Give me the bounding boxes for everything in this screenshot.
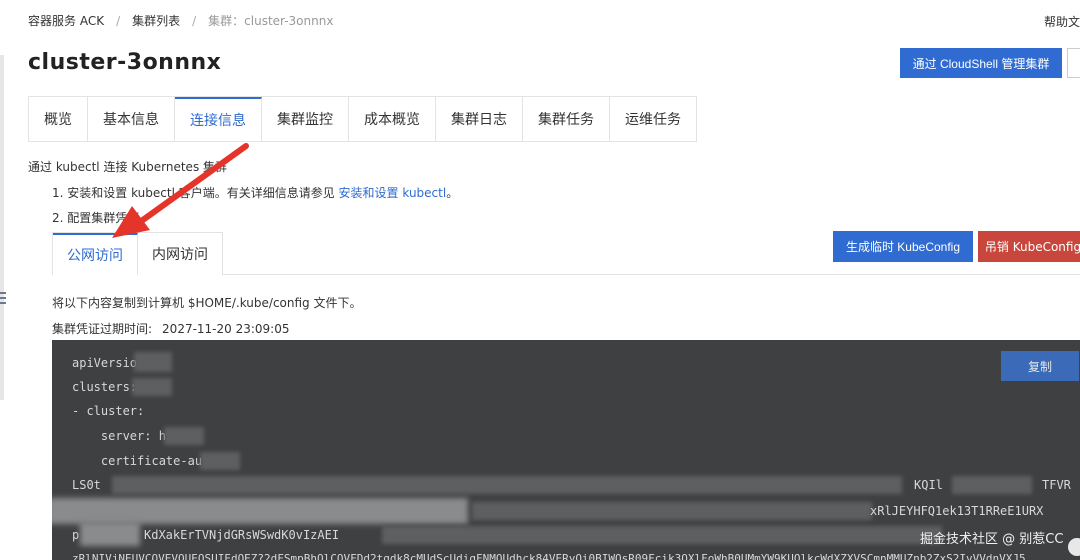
breadcrumb-current: 集群：cluster-3onnnx: [208, 14, 334, 28]
tab-tasks[interactable]: 集群任务: [523, 97, 610, 141]
tab-ops-tasks[interactable]: 运维任务: [610, 97, 696, 141]
revoke-kubeconfig-button[interactable]: 吊销 KubeConfig: [978, 231, 1080, 262]
breadcrumb-ack[interactable]: 容器服务 ACK: [28, 12, 104, 29]
code-line: clusters:: [72, 380, 138, 394]
code-line: - cluster:: [72, 404, 145, 418]
redaction: [132, 378, 172, 396]
expire-value: 2027-11-20 23:09:05: [162, 322, 290, 336]
copy-hint: 将以下内容复制到计算机 $HOME/.kube/config 文件下。: [52, 296, 362, 310]
section-title: 通过 kubectl 连接 Kubernetes 集群: [28, 160, 228, 174]
redaction: [52, 498, 468, 524]
redaction: [134, 352, 172, 372]
tab-basic-info[interactable]: 基本信息: [88, 97, 175, 141]
code-line: zRlNIVjNEUVCOVEVQUEOSUIEdOEZ?2dFSmpBhOlC…: [72, 552, 1026, 560]
step-1-end: 。: [446, 186, 459, 200]
redaction: [472, 502, 872, 520]
access-tabs: 公网访问 内网访问: [52, 232, 223, 275]
left-edge: [0, 55, 4, 400]
code-line: apiVersio: [72, 356, 138, 370]
expire-info: 集群凭证过期时间: 2027-11-20 23:09:05: [52, 320, 290, 337]
tab-public-access[interactable]: 公网访问: [53, 233, 138, 275]
code-line: xRlJEYHFQ1ek13T1RReE1URX: [870, 504, 1044, 518]
code-line: LS0t: [72, 478, 101, 492]
tab-internal-access[interactable]: 内网访问: [138, 233, 222, 275]
code-line: TFVR: [1042, 478, 1071, 492]
code-line: KdXakErTVNjdGRsWSwdK0vIzAEI: [144, 528, 340, 542]
page-title: cluster-3onnnx: [28, 50, 222, 75]
tab-divider: [223, 274, 1080, 275]
tab-cost[interactable]: 成本概览: [349, 97, 436, 141]
avatar: [1068, 538, 1080, 556]
breadcrumb-cluster-list[interactable]: 集群列表: [132, 12, 180, 29]
more-button[interactable]: [1067, 48, 1080, 78]
generate-kubeconfig-button[interactable]: 生成临时 KubeConfig: [833, 231, 973, 262]
expire-label: 集群凭证过期时间:: [52, 322, 153, 336]
tab-connection-info[interactable]: 连接信息: [175, 97, 262, 141]
sidebar-toggle-icon[interactable]: [0, 292, 6, 306]
tab-logs[interactable]: 集群日志: [436, 97, 523, 141]
install-kubectl-link[interactable]: 安装和设置 kubectl: [339, 186, 447, 200]
redaction: [164, 427, 204, 445]
tab-monitoring[interactable]: 集群监控: [262, 97, 349, 141]
step-1-text: 1. 安装和设置 kubectl 客户端。有关详细信息请参见: [52, 186, 335, 200]
redaction: [112, 476, 902, 494]
code-line: p: [72, 528, 80, 542]
breadcrumb-separator: /: [116, 13, 121, 28]
code-line: certificate-aut: [72, 454, 210, 468]
redaction: [80, 522, 140, 546]
redaction: [952, 476, 1032, 494]
code-line: server: ht: [72, 429, 174, 443]
breadcrumb-separator: /: [192, 13, 197, 28]
step-2: 2. 配置集群凭证: [52, 211, 140, 225]
redaction: [382, 526, 942, 544]
code-line: KQIl: [914, 478, 943, 492]
cloudshell-button[interactable]: 通过 CloudShell 管理集群: [900, 48, 1062, 78]
watermark: 掘金技术社区 @ 别惹CC: [920, 532, 1064, 547]
cluster-tabs: 概览 基本信息 连接信息 集群监控 成本概览 集群日志 集群任务 运维任务: [28, 96, 697, 142]
step-1: 1. 安装和设置 kubectl 客户端。有关详细信息请参见 安装和设置 kub…: [52, 184, 458, 201]
kubeconfig-code-block[interactable]: apiVersio clusters: - cluster: server: h…: [52, 340, 1080, 560]
copy-button[interactable]: 复制: [1001, 351, 1079, 381]
breadcrumb: 容器服务 ACK / 集群列表 / 集群：cluster-3onnnx: [28, 12, 333, 29]
help-link[interactable]: 帮助文: [1044, 13, 1080, 30]
tab-overview[interactable]: 概览: [29, 97, 88, 141]
redaction: [200, 452, 240, 470]
